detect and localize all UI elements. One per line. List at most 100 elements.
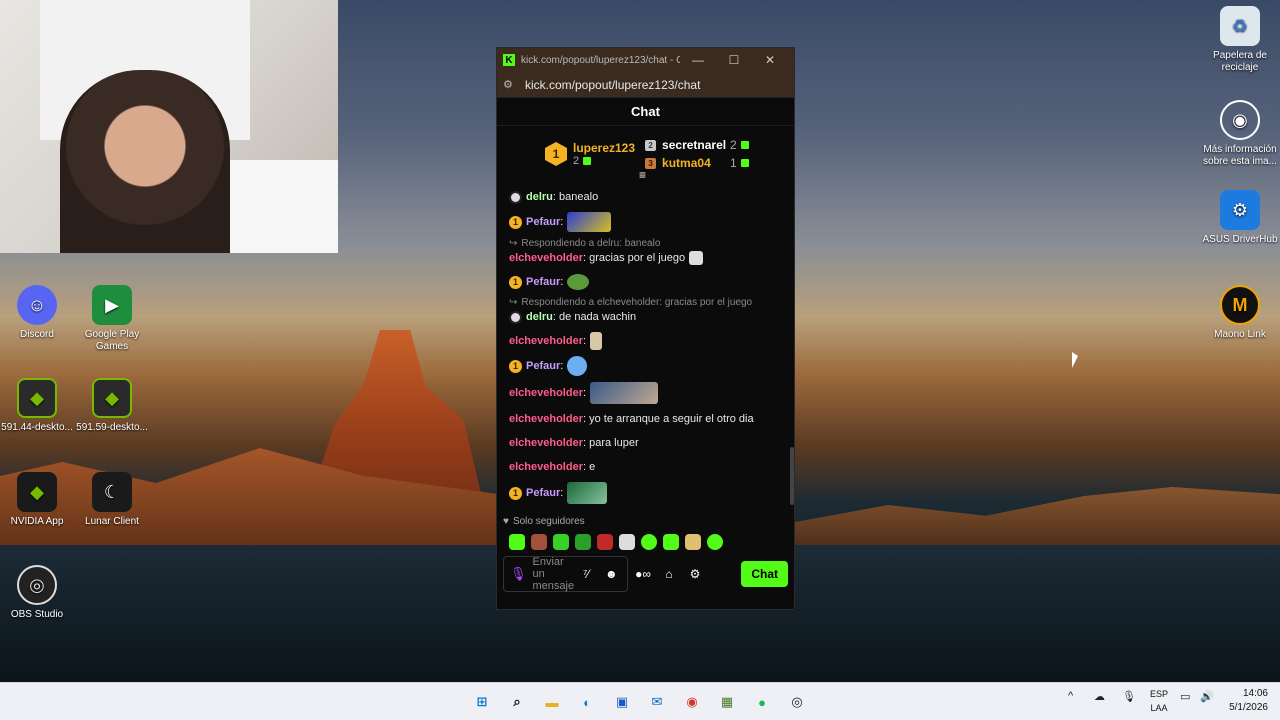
emote-button[interactable] — [685, 534, 701, 550]
mouse-cursor-icon — [1072, 352, 1078, 368]
emote-button[interactable] — [575, 534, 591, 550]
bronze-medal-icon: 3 — [645, 157, 657, 169]
reply-context[interactable]: ↪ Respondiendo a elcheveholder: gracias … — [509, 297, 782, 308]
emote-image — [689, 251, 704, 265]
emote-image — [567, 356, 588, 376]
start-icon[interactable]: ⊞ — [470, 691, 494, 713]
leader-list: 2 secretnarel 2 3 kutma04 1 — [645, 138, 749, 170]
minecraft-icon[interactable]: ▦ — [715, 691, 739, 713]
language-indicator[interactable]: ESP LAA — [1150, 687, 1168, 715]
chat-composer: 🎙 Enviar un mensaje ⁷⁄ ☻ ●∞ ⌂ ⚙ Chat — [497, 554, 794, 594]
desktop-icon-lunar-client[interactable]: ☾ Lunar Client — [72, 472, 152, 528]
microphone-tray-icon[interactable]: 🎙 — [1122, 690, 1136, 703]
chat-message: 1 Pefaur: — [509, 482, 782, 504]
close-icon[interactable]: ✕ — [752, 53, 788, 67]
window-titlebar[interactable]: K kick.com/popout/luperez123/chat - G...… — [497, 48, 794, 72]
chat-title: Chat — [631, 104, 660, 119]
emote-button[interactable] — [663, 534, 679, 550]
asus-gear-icon: ⚙ — [1220, 190, 1260, 230]
leader-second[interactable]: 2 secretnarel 2 — [645, 138, 749, 152]
kick-logo-icon: K — [503, 54, 515, 66]
minimize-icon[interactable]: — — [680, 53, 716, 67]
network-icon[interactable]: ▭ — [1180, 690, 1190, 703]
chat-scrollbar[interactable] — [790, 447, 794, 505]
chat-message: 1 Pefaur: — [509, 273, 782, 291]
message-placeholder: Enviar un mensaje — [532, 556, 575, 592]
chat-message: delru: banealo — [509, 188, 782, 206]
emoji-icon[interactable]: ☻ — [602, 567, 621, 581]
desktop-icon-recycle-bin[interactable]: ♻ Papelera de reciclaje — [1200, 6, 1280, 74]
emote-button[interactable] — [553, 534, 569, 550]
spotify-icon[interactable]: ● — [750, 691, 774, 713]
webcam-bed — [220, 160, 338, 253]
desktop-icon-label: ASUS DriverHub — [1202, 234, 1278, 245]
collapse-leaderboard-icon[interactable]: ≡ — [639, 168, 646, 182]
desktop-icon-label: Lunar Client — [85, 516, 139, 527]
desktop-icon-label: Más información sobre esta ima... — [1203, 144, 1277, 167]
show-hidden-icons-icon[interactable]: ^ — [1068, 690, 1073, 702]
desktop-icon-nvidia-installer-1[interactable]: ◆ 591.44-deskto... — [0, 378, 77, 434]
send-chat-button[interactable]: Chat — [741, 561, 788, 587]
address-bar[interactable]: ⚙ kick.com/popout/luperez123/chat — [497, 72, 794, 98]
desktop-icon-discord[interactable]: ☺ Discord — [0, 285, 77, 341]
desktop-icon-asus-driverhub[interactable]: ⚙ ASUS DriverHub — [1200, 190, 1280, 246]
site-settings-icon[interactable]: ⚙ — [503, 78, 515, 91]
gift-rank-badge-icon: 1 — [509, 275, 522, 289]
chat-message: elcheveholder: yo te arranque a seguir e… — [509, 413, 754, 425]
emote-button[interactable] — [509, 534, 525, 550]
desktop-icon-obs-studio[interactable]: ◎ OBS Studio — [0, 565, 77, 621]
reply-arrow-icon: ↪ — [509, 238, 518, 249]
settings-gear-icon[interactable]: ⚙ — [684, 567, 706, 581]
gift-rank-badge-icon: 1 — [509, 215, 522, 229]
emote-button[interactable] — [707, 534, 723, 550]
points-icon[interactable]: ●∞ — [632, 567, 654, 581]
webcam-overlay — [0, 0, 338, 253]
desktop-icon-label: 591.44-deskto... — [1, 422, 73, 433]
user-avatar-badge — [509, 190, 522, 204]
obs-icon: ◎ — [17, 565, 57, 605]
obs-taskbar-icon[interactable]: ◎ — [785, 691, 809, 713]
emote-image — [567, 482, 608, 504]
emote-image — [590, 382, 659, 404]
pepe-emote-image — [567, 274, 590, 290]
maximize-icon[interactable]: ☐ — [716, 53, 752, 67]
quick-emote-bar — [497, 530, 794, 554]
outlook-icon[interactable]: ✉ — [645, 691, 669, 713]
gift-icon — [583, 157, 592, 165]
desktop-icon-google-play-games[interactable]: ▶ Google Play Games — [72, 285, 152, 353]
system-clock[interactable]: 14:06 5/1/2026 — [1229, 687, 1268, 715]
desktop-icon-label: Discord — [20, 329, 54, 340]
translate-icon[interactable]: ⁷⁄ — [577, 567, 596, 581]
search-icon[interactable]: ⌕ — [505, 691, 529, 713]
desktop-icon-more-info[interactable]: ◉ Más información sobre esta ima... — [1200, 100, 1280, 168]
reply-context[interactable]: ↪ Respondiendo a delru: banealo — [509, 238, 782, 249]
onedrive-icon[interactable]: ☁ — [1094, 690, 1105, 703]
volume-icon[interactable]: 🔊 — [1200, 690, 1214, 703]
emote-button[interactable] — [619, 534, 635, 550]
emote-button[interactable] — [531, 534, 547, 550]
microphone-icon[interactable]: 🎙 — [510, 566, 527, 582]
chat-message: elcheveholder: para luper — [509, 437, 639, 449]
chat-popout-window[interactable]: K kick.com/popout/luperez123/chat - G...… — [496, 47, 795, 610]
chrome-icon[interactable]: ◉ — [680, 691, 704, 713]
desktop-icon-nvidia-installer-2[interactable]: ◆ 591.59-deskto... — [72, 378, 152, 434]
nvidia-app-icon: ◆ — [17, 472, 57, 512]
emote-image — [567, 212, 612, 232]
desktop-icon-nvidia-app[interactable]: ◆ NVIDIA App — [0, 472, 77, 528]
taskbar: ⊞ ⌕ ▬ ◐ ▣ ✉ ◉ ▦ ● ◎ ^ ☁ 🎙 ESP LAA ▭ 🔊 14… — [0, 682, 1280, 720]
store-icon[interactable]: ▣ — [610, 691, 634, 713]
gold-medal-icon: 1 — [545, 142, 567, 166]
store-icon[interactable]: ⌂ — [658, 567, 680, 581]
message-input[interactable]: 🎙 Enviar un mensaje ⁷⁄ ☻ — [503, 556, 628, 592]
desktop-icon-maono-link[interactable]: M Maono Link — [1200, 285, 1280, 341]
leader-first[interactable]: 1 luperez123 2 — [545, 141, 635, 167]
file-explorer-icon[interactable]: ▬ — [540, 691, 564, 713]
emote-button[interactable] — [641, 534, 657, 550]
edge-icon[interactable]: ◐ — [575, 691, 599, 713]
leader-third[interactable]: 3 kutma04 1 — [645, 156, 749, 170]
emote-button[interactable] — [597, 534, 613, 550]
camera-info-icon: ◉ — [1220, 100, 1260, 140]
leader-count: 2 — [573, 155, 635, 167]
discord-icon: ☺ — [17, 285, 57, 325]
reply-arrow-icon: ↪ — [509, 297, 518, 308]
